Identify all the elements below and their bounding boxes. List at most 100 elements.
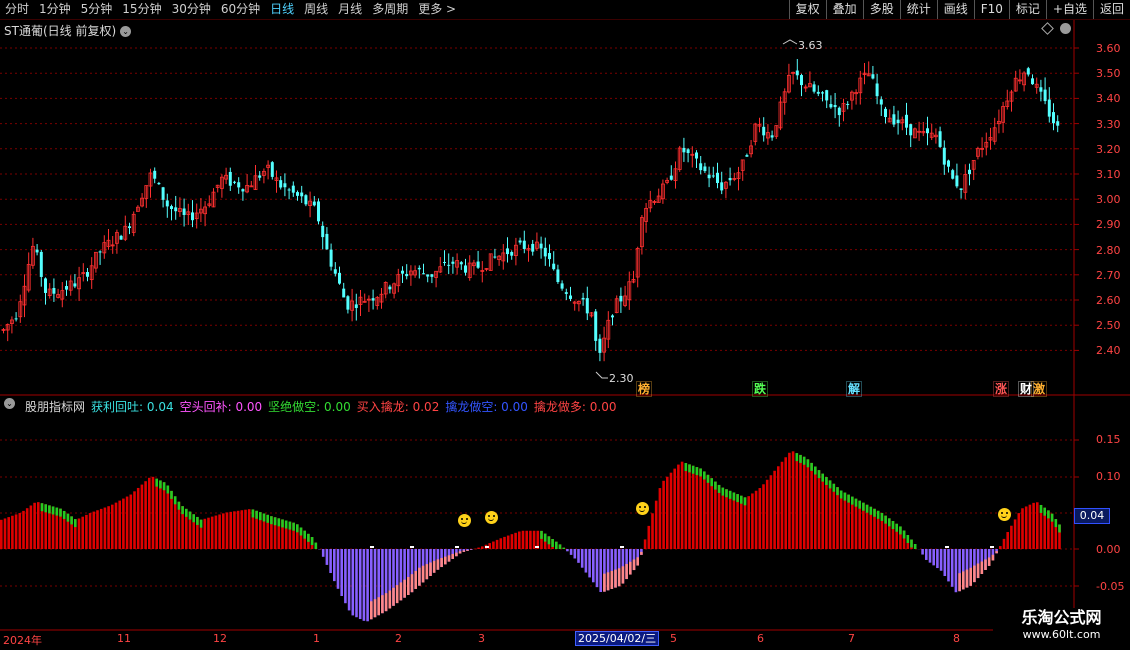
bar-positive	[736, 494, 739, 549]
bar-positive	[714, 481, 717, 549]
bar-decline-cap	[825, 477, 828, 486]
bar-decline-cap	[162, 482, 166, 491]
candle-down	[745, 155, 749, 157]
price-tick: 2.70	[1096, 268, 1121, 282]
bar-decline-cap	[858, 500, 861, 509]
candle-down	[447, 264, 451, 266]
candle-down	[338, 272, 341, 284]
bar-recovery	[432, 560, 436, 573]
bar-positive	[825, 477, 828, 549]
candle-down	[39, 251, 43, 277]
date-label: 11	[117, 632, 131, 645]
price-tick: 3.00	[1096, 193, 1121, 207]
bar-positive	[669, 472, 673, 549]
candle-down	[14, 318, 18, 320]
candle-down	[317, 201, 320, 222]
candle-down	[619, 295, 623, 302]
bar-decline-cap	[199, 519, 203, 528]
bar-recovery	[610, 570, 614, 589]
candle-down	[312, 201, 316, 206]
candle-down	[942, 147, 946, 165]
chevron-down-icon[interactable]: ⌄	[4, 398, 15, 409]
candle-down	[1047, 99, 1051, 117]
event-marker[interactable]: 激	[1031, 381, 1048, 397]
watermark: 乐淘公式网 www.60lt.com	[993, 608, 1130, 642]
event-marker[interactable]: 涨	[993, 381, 1010, 397]
candle-down	[296, 192, 299, 196]
bar-negative	[351, 549, 355, 616]
candle-down	[426, 274, 430, 277]
bar-negative	[584, 549, 588, 573]
candle-down	[522, 240, 526, 249]
bar-recovery	[447, 555, 451, 562]
bar-recovery	[421, 565, 425, 583]
bar-positive	[222, 513, 225, 549]
kline-chart[interactable]: 3.63 2.30	[0, 0, 1130, 650]
candle-down	[669, 175, 673, 180]
bar-negative	[333, 549, 336, 582]
date-label: 5	[670, 632, 677, 645]
bar-negative	[577, 549, 580, 563]
bar-decline-cap	[743, 497, 747, 506]
bar-positive	[229, 511, 232, 549]
bar-positive	[1010, 525, 1013, 549]
candle-down	[531, 243, 535, 252]
candle-down	[955, 175, 959, 187]
bar-decline-cap	[843, 492, 847, 501]
candle-down	[237, 182, 241, 188]
bar-decline-cap	[303, 530, 306, 539]
candle-down	[1056, 121, 1060, 126]
candle-down	[300, 192, 304, 197]
bar-positive	[732, 492, 736, 549]
bar-decline-cap	[810, 462, 813, 471]
event-marker[interactable]: 榜	[636, 381, 653, 397]
bar-positive	[203, 518, 207, 549]
bar-decline-cap	[902, 530, 906, 539]
bar-positive	[747, 496, 750, 549]
bar-positive	[847, 494, 850, 549]
bar-recovery	[388, 590, 392, 609]
bar-positive	[765, 479, 769, 549]
settings-icon[interactable]	[1060, 23, 1071, 34]
bar-decline-cap	[884, 515, 887, 524]
bar-positive	[673, 468, 676, 549]
bar-positive	[0, 519, 3, 549]
event-marker[interactable]: 跌	[752, 381, 769, 397]
bar-recovery	[395, 585, 399, 604]
bar-positive	[725, 489, 728, 549]
candle-down	[287, 189, 291, 191]
candle-down	[65, 286, 68, 290]
bar-recovery	[987, 557, 991, 566]
smiley-icon	[485, 511, 498, 524]
candle-down	[157, 182, 161, 185]
event-marker[interactable]: 解	[846, 381, 863, 397]
bar-positive	[495, 539, 499, 549]
bar-positive	[33, 502, 36, 549]
indicator-legend: ⌄ 股朋指标网 获利回吐: 0.04 空头回补: 0.00 坚绝做空: 0.00 买入擒龙…	[4, 398, 616, 415]
candle-down	[598, 338, 602, 353]
bar-recovery	[973, 565, 976, 583]
bar-negative	[936, 549, 939, 569]
bar-decline-cap	[821, 473, 824, 482]
candle-down	[182, 208, 186, 215]
indicator-value: 买入擒龙: 0.02	[356, 400, 440, 414]
bar-decline-cap	[307, 533, 310, 542]
bar-recovery	[969, 567, 972, 586]
bar-positive	[136, 487, 140, 549]
candle-down	[279, 180, 283, 188]
candle-down	[35, 249, 39, 253]
bar-positive	[240, 510, 244, 549]
bar-decline-cap	[555, 541, 558, 549]
bar-negative	[366, 549, 369, 622]
bar-recovery	[370, 601, 373, 620]
bar-negative	[325, 549, 329, 565]
date-label: 1	[313, 632, 320, 645]
bar-positive	[828, 480, 832, 549]
bar-recovery	[636, 557, 639, 566]
bar-decline-cap	[159, 480, 162, 489]
candle-down	[703, 166, 707, 172]
bar-negative	[599, 549, 602, 593]
chevron-down-icon[interactable]: ⌄	[120, 26, 132, 37]
bar-decline-cap	[44, 504, 47, 513]
candle-down	[333, 269, 337, 274]
